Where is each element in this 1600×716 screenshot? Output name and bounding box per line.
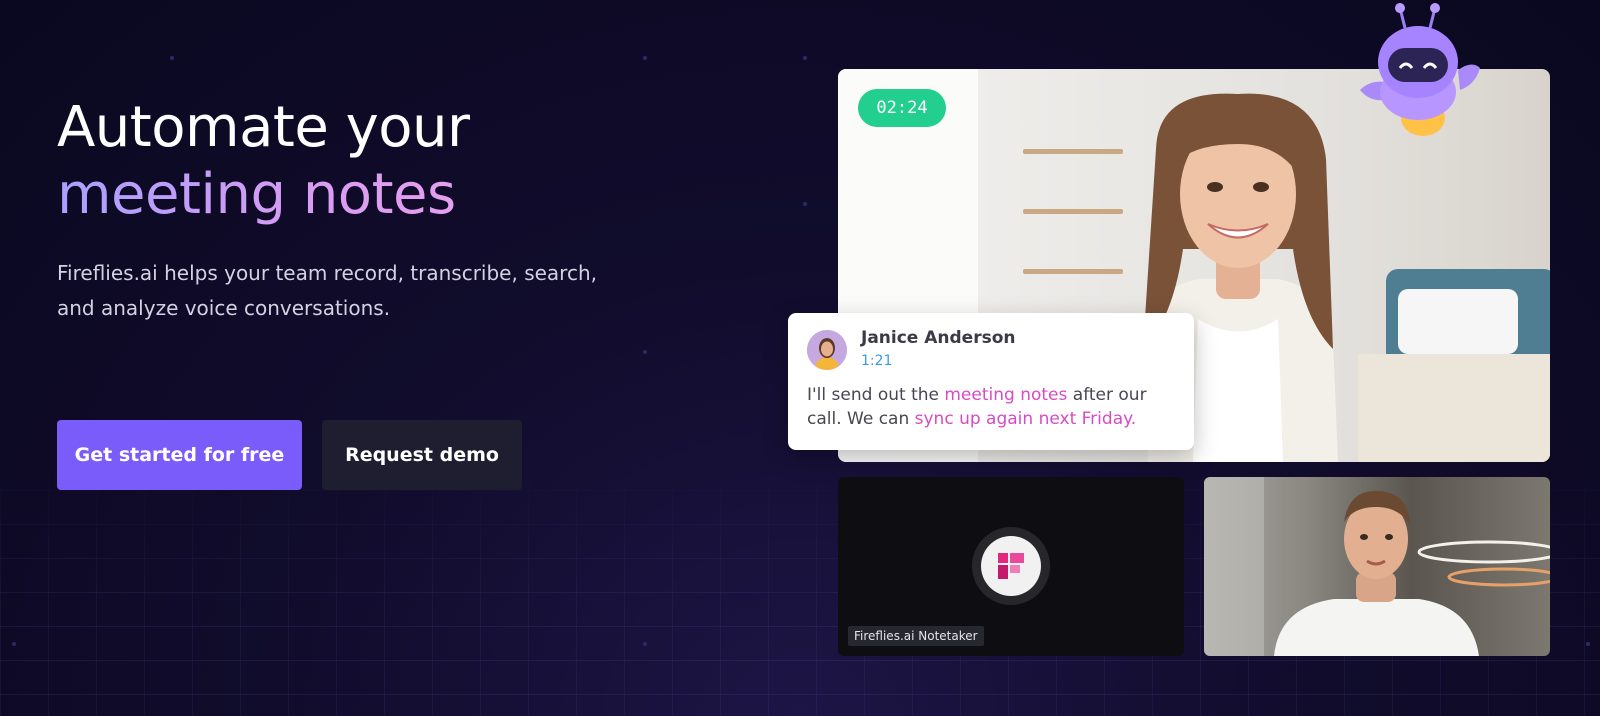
background-dot xyxy=(803,56,807,60)
transcript-card: Janice Anderson 1:21 I'll send out the m… xyxy=(788,313,1194,450)
hero-title-line2: meeting notes xyxy=(57,161,470,228)
notetaker-video-tile: Fireflies.ai Notetaker xyxy=(838,477,1184,656)
background-dot xyxy=(643,56,647,60)
transcript-highlight: sync up again next Friday. xyxy=(914,409,1137,429)
robot-mascot-icon xyxy=(1360,3,1480,136)
speaker-name: Janice Anderson xyxy=(861,328,1016,348)
background-dot xyxy=(803,202,807,206)
background-dot xyxy=(643,350,647,354)
get-started-button[interactable]: Get started for free xyxy=(57,420,302,490)
background-dot xyxy=(12,642,16,646)
background-dot xyxy=(643,642,647,646)
request-demo-button[interactable]: Request demo xyxy=(322,420,522,490)
background-dot xyxy=(170,56,174,60)
notetaker-label: Fireflies.ai Notetaker xyxy=(848,626,984,646)
fireflies-logo-icon xyxy=(981,536,1041,596)
recording-timer: 02:24 xyxy=(858,89,946,127)
avatar xyxy=(807,330,847,370)
hero-title-line1: Automate your xyxy=(57,95,470,160)
transcript-highlight: meeting notes xyxy=(944,385,1068,405)
background-dot xyxy=(1586,642,1590,646)
transcript-timestamp-link[interactable]: 1:21 xyxy=(861,353,892,369)
video-background-pillow xyxy=(1398,289,1518,354)
hero-subtitle: Fireflies.ai helps your team record, tra… xyxy=(57,261,597,320)
hero-title: Automate your meeting notes xyxy=(57,94,470,228)
participant-man-video xyxy=(1204,477,1550,656)
transcript-text-part: I'll send out the xyxy=(807,385,945,405)
transcript-text: I'll send out the meeting notes after ou… xyxy=(807,383,1182,431)
